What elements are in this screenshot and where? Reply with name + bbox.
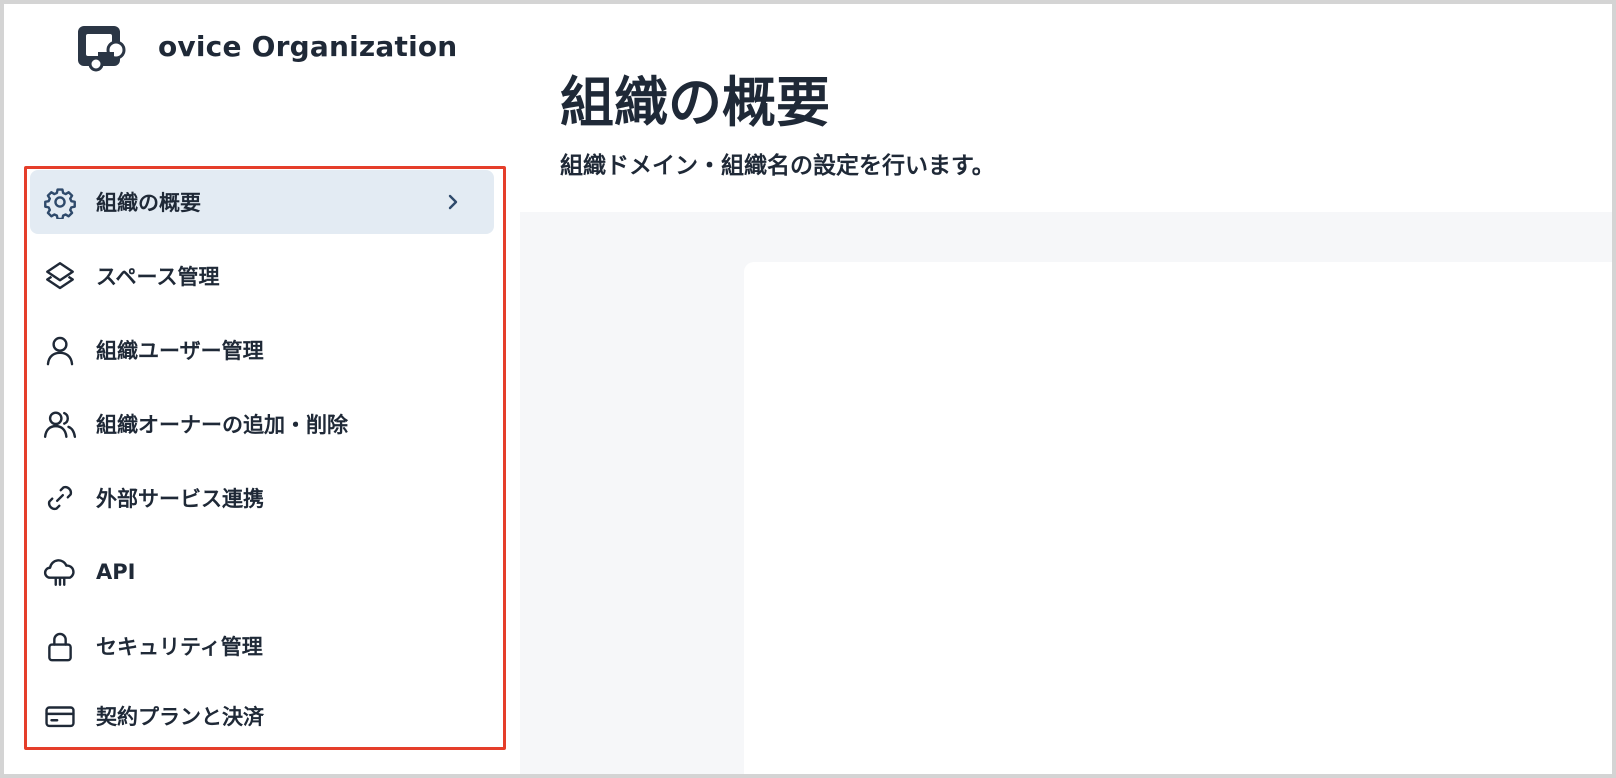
cloud-icon <box>42 554 78 590</box>
page-title: 組織の概要 <box>560 71 830 134</box>
page-subtitle: 組織ドメイン・組織名の設定を行います。 <box>560 153 995 179</box>
sidebar-item-organization-users[interactable]: 組織ユーザー管理 <box>30 318 494 382</box>
user-icon <box>42 332 78 368</box>
lock-icon <box>42 628 78 664</box>
sidebar-item-space-management[interactable]: スペース管理 <box>30 244 494 308</box>
link-icon <box>42 480 78 516</box>
content-card <box>744 262 1612 774</box>
sidebar-item-label: API <box>96 560 136 584</box>
sidebar-item-label: 契約プランと決済 <box>96 705 264 729</box>
sidebar-item-api[interactable]: API <box>30 540 494 604</box>
sidebar-item-label: スペース管理 <box>96 265 220 289</box>
users-icon <box>42 406 78 442</box>
sidebar-nav: 組織の概要 スペース管理 組織ユーザー管理 組織オーナーの追加・削除 外部サービ… <box>26 168 504 748</box>
sidebar-item-plans-billing[interactable]: 契約プランと決済 <box>30 684 494 748</box>
app-window: ovice Organization 組織の概要 組織ドメイン・組織名の設定を行… <box>0 0 1616 778</box>
sidebar-item-label: 組織の概要 <box>96 191 201 215</box>
sidebar-item-organization-overview[interactable]: 組織の概要 <box>30 170 494 234</box>
sidebar-item-label: 外部サービス連携 <box>96 487 264 511</box>
sidebar-item-security[interactable]: セキュリティ管理 <box>30 614 494 678</box>
sidebar-item-external-services[interactable]: 外部サービス連携 <box>30 466 494 530</box>
layers-icon <box>42 258 78 294</box>
credit-card-icon <box>42 698 78 734</box>
sidebar-item-organization-owners[interactable]: 組織オーナーの追加・削除 <box>30 392 494 456</box>
sidebar-item-label: 組織ユーザー管理 <box>96 339 264 363</box>
ovice-logo-icon[interactable] <box>76 24 128 72</box>
organization-name: ovice Organization <box>158 30 458 63</box>
chevron-right-icon <box>442 190 464 214</box>
sidebar-item-label: セキュリティ管理 <box>96 635 263 659</box>
sidebar-item-label: 組織オーナーの追加・削除 <box>96 413 348 437</box>
gear-icon <box>42 184 78 220</box>
